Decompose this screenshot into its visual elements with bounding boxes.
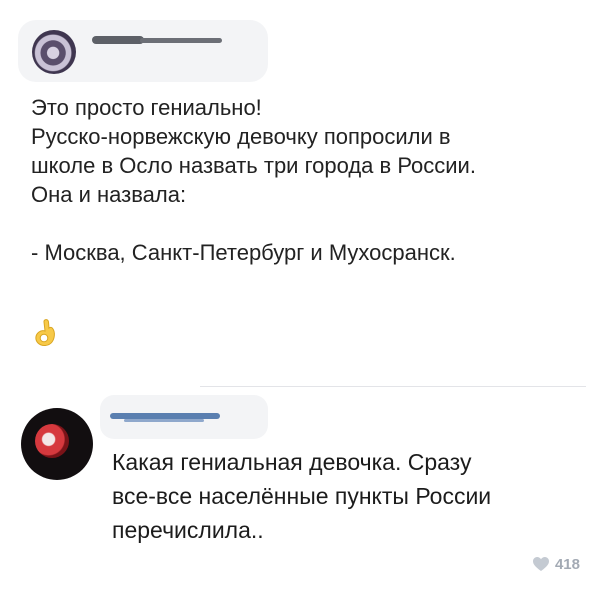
comment-text-line: перечислила.. bbox=[112, 517, 264, 543]
comment-divider bbox=[200, 386, 586, 387]
post-text-line: Она и назвала: bbox=[31, 182, 187, 207]
like-count: 418 bbox=[554, 555, 580, 573]
post-author-avatar[interactable] bbox=[32, 30, 76, 74]
post-text-line: Русско-норвежскую девочку попросили в bbox=[31, 124, 451, 149]
post-author-name-redacted[interactable] bbox=[92, 33, 222, 45]
comment-text-line: все-все населённые пункты России bbox=[112, 483, 492, 509]
avatar-image bbox=[35, 424, 69, 458]
post-text: Это просто гениально! Русско-норвежскую … bbox=[31, 93, 591, 267]
post-text-line: - Москва, Санкт-Петербург и Мухосранск. bbox=[31, 240, 456, 265]
redaction-mark bbox=[92, 36, 144, 44]
redaction-mark bbox=[124, 419, 204, 422]
comment-text: Какая гениальная девочка. Сразу все-все … bbox=[112, 445, 582, 547]
heart-icon bbox=[532, 557, 549, 571]
comment-author-avatar[interactable] bbox=[21, 408, 93, 480]
comment-author-name-redacted[interactable] bbox=[110, 411, 234, 423]
like-button[interactable]: 418 bbox=[532, 555, 580, 573]
ok-hand-emoji-icon bbox=[33, 318, 61, 348]
post-header bbox=[18, 20, 268, 82]
post-text-line: Это просто гениально! bbox=[31, 95, 262, 120]
post-text-line: школе в Осло назвать три города в России… bbox=[31, 153, 476, 178]
redaction-mark bbox=[140, 38, 222, 43]
comment-text-line: Какая гениальная девочка. Сразу bbox=[112, 449, 472, 475]
